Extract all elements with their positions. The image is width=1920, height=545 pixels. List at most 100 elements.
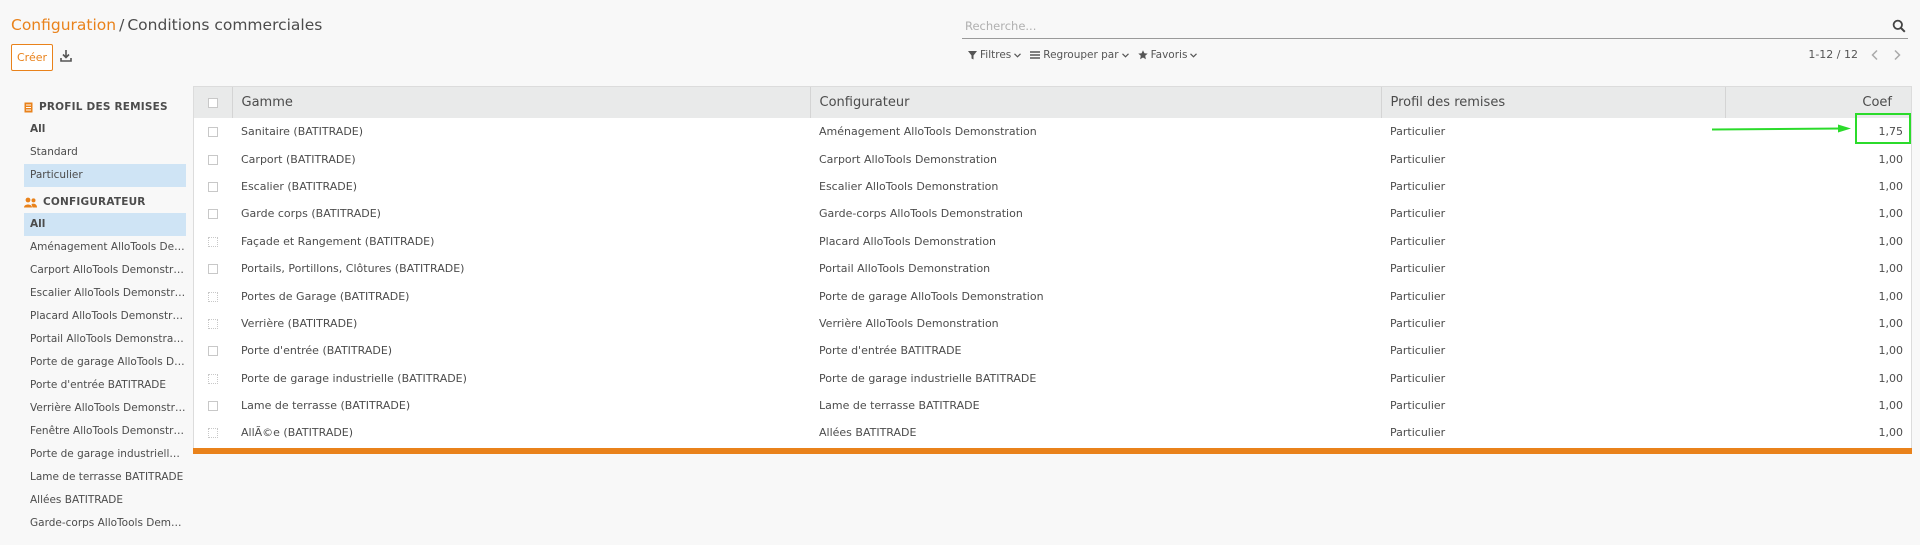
table-header-row: Gamme Configurateur Profil des remises C… bbox=[194, 87, 1911, 118]
cell-configurateur: Allées BATITRADE bbox=[819, 426, 917, 440]
chevron-down-icon bbox=[1014, 52, 1022, 58]
cell-coef: 1,00 bbox=[1878, 207, 1904, 221]
column-header-profil[interactable]: Profil des remises bbox=[1381, 87, 1726, 118]
table-footer-bar bbox=[193, 448, 1912, 454]
sidebar-item-configurateur-2[interactable]: Carport AlloTools Demonstration bbox=[24, 259, 186, 282]
group-by-dropdown[interactable]: Regrouper par bbox=[1030, 49, 1129, 61]
table-row[interactable]: Portails, Portillons, Clôtures (BATITRAD… bbox=[194, 255, 1911, 282]
list-icon bbox=[1030, 51, 1041, 59]
cell-profil: Particulier bbox=[1390, 426, 1446, 440]
cell-gamme: Garde corps (BATITRADE) bbox=[241, 207, 381, 221]
cell-configurateur: Porte de garage AlloTools Demonstration bbox=[819, 289, 1044, 303]
table-row[interactable]: Porte d'entrée (BATITRADE) Porte d'entrée… bbox=[194, 337, 1911, 364]
filter-icon bbox=[968, 50, 977, 59]
cell-gamme: Sanitaire (BATITRADE) bbox=[241, 125, 364, 139]
download-icon[interactable] bbox=[59, 49, 73, 63]
table-row[interactable]: Verrière (BATITRADE) Verrière AlloTools D… bbox=[194, 310, 1911, 337]
cell-coef: 1,00 bbox=[1878, 289, 1904, 303]
row-checkbox[interactable] bbox=[208, 373, 218, 384]
table-row[interactable]: Sanitaire (BATITRADE) Aménagement AlloToo… bbox=[194, 118, 1911, 145]
sidebar-item-configurateur-12[interactable]: Allées BATITRADE bbox=[24, 489, 186, 512]
column-header-gamme[interactable]: Gamme bbox=[232, 87, 811, 118]
list-view: Gamme Configurateur Profil des remises C… bbox=[193, 86, 1912, 454]
cell-profil: Particulier bbox=[1390, 234, 1446, 248]
breadcrumb: Configuration / Conditions commerciales bbox=[11, 16, 322, 34]
sidebar-item-profil-1[interactable]: Standard bbox=[24, 141, 186, 164]
row-select-cell bbox=[194, 392, 232, 419]
cell-profil: Particulier bbox=[1390, 316, 1446, 330]
table-row[interactable]: Portes de Garage (BATITRADE) Porte de gar… bbox=[194, 282, 1911, 309]
sidebar-item-profil-0[interactable]: All bbox=[24, 118, 186, 141]
create-button[interactable]: Créer bbox=[11, 44, 53, 71]
breadcrumb-configuration-link[interactable]: Configuration bbox=[11, 16, 116, 34]
row-checkbox[interactable] bbox=[208, 264, 218, 275]
chevron-left-icon[interactable] bbox=[1870, 49, 1880, 61]
cell-coef: 1,00 bbox=[1878, 262, 1904, 276]
sidebar-item-configurateur-13[interactable]: Garde-corps AlloTools Demonstration bbox=[24, 512, 186, 535]
star-icon bbox=[1137, 50, 1148, 60]
table-row[interactable]: Porte de garage industrielle (BATITRADE)… bbox=[194, 365, 1911, 392]
table-row[interactable]: Façade et Rangement (BATITRADE) Placard A… bbox=[194, 228, 1911, 255]
chevron-down-icon bbox=[1190, 52, 1198, 58]
profile-section-header: PROFIL DES REMISES bbox=[24, 96, 186, 118]
cell-configurateur: Aménagement AlloTools Demonstration bbox=[819, 125, 1037, 139]
row-checkbox[interactable] bbox=[208, 181, 218, 192]
sidebar-item-configurateur-7[interactable]: Porte d'entrée BATITRADE bbox=[24, 374, 186, 397]
cell-coef: 1,00 bbox=[1878, 316, 1904, 330]
pager-value[interactable]: 1-12 / 12 bbox=[1808, 48, 1858, 61]
sidebar-item-configurateur-0[interactable]: All bbox=[24, 213, 186, 236]
cell-profil: Particulier bbox=[1390, 344, 1446, 358]
row-checkbox[interactable] bbox=[208, 401, 218, 412]
cell-profil: Particulier bbox=[1390, 289, 1446, 303]
sidebar-item-configurateur-11[interactable]: Lame de terrasse BATITRADE bbox=[24, 466, 186, 489]
sidebar-item-configurateur-5[interactable]: Portail AlloTools Demonstration bbox=[24, 328, 186, 351]
search-input[interactable] bbox=[962, 15, 1882, 37]
row-checkbox[interactable] bbox=[208, 291, 218, 302]
select-all-checkbox[interactable] bbox=[207, 97, 218, 108]
row-checkbox[interactable] bbox=[208, 346, 218, 357]
sidebar-item-configurateur-8[interactable]: Verrière AlloTools Demonstration bbox=[24, 397, 186, 420]
cell-configurateur: Verrière AlloTools Demonstration bbox=[819, 316, 999, 330]
cell-gamme: Porte d'entrée (BATITRADE) bbox=[241, 344, 393, 358]
sidebar-item-profil-2[interactable]: Particulier bbox=[24, 164, 186, 187]
sidebar-item-configurateur-1[interactable]: Aménagement AlloTools Demonstration bbox=[24, 236, 186, 259]
row-checkbox[interactable] bbox=[208, 209, 218, 220]
sidebar-item-configurateur-10[interactable]: Porte de garage industrielle BATITRADE bbox=[24, 443, 186, 466]
cell-configurateur: Garde-corps AlloTools Demonstration bbox=[819, 207, 1023, 221]
row-checkbox[interactable] bbox=[208, 236, 218, 247]
table-row[interactable]: Escalier (BATITRADE) Escalier AlloTools D… bbox=[194, 173, 1911, 200]
sidebar-item-configurateur-3[interactable]: Escalier AlloTools Demonstration bbox=[24, 282, 186, 305]
filters-dropdown[interactable]: Filtres bbox=[968, 49, 1022, 61]
favorites-dropdown[interactable]: Favoris bbox=[1137, 49, 1198, 61]
sidebar-item-configurateur-4[interactable]: Placard AlloTools Demonstration bbox=[24, 305, 186, 328]
cell-gamme: Lame de terrasse (BATITRADE) bbox=[241, 399, 411, 413]
table-row[interactable]: Carport (BATITRADE) Carport AlloTools Dem… bbox=[194, 145, 1911, 172]
row-checkbox[interactable] bbox=[208, 428, 218, 439]
data-table: Gamme Configurateur Profil des remises C… bbox=[194, 87, 1911, 447]
favorites-label: Favoris bbox=[1150, 49, 1188, 61]
search-bar bbox=[962, 15, 1908, 39]
table-row[interactable]: Lame de terrasse (BATITRADE) Lame de terr… bbox=[194, 392, 1911, 419]
breadcrumb-separator: / bbox=[119, 16, 125, 34]
profile-list: All Standard Particulier bbox=[24, 118, 186, 187]
configurateur-section-header: CONFIGURATEUR bbox=[24, 191, 186, 213]
cell-profil: Particulier bbox=[1390, 125, 1446, 139]
cell-coef: 1,00 bbox=[1878, 344, 1904, 358]
row-checkbox[interactable] bbox=[208, 127, 218, 138]
cell-configurateur: Lame de terrasse BATITRADE bbox=[819, 399, 980, 413]
configurateur-list: AllAménagement AlloTools DemonstrationCa… bbox=[24, 213, 186, 535]
row-checkbox[interactable] bbox=[208, 154, 218, 165]
search-icon[interactable] bbox=[1892, 19, 1906, 33]
column-header-configurateur[interactable]: Configurateur bbox=[810, 87, 1382, 118]
row-select-cell bbox=[194, 365, 232, 392]
table-row[interactable]: Garde corps (BATITRADE) Garde-corps AlloT… bbox=[194, 200, 1911, 227]
row-checkbox[interactable] bbox=[208, 318, 218, 329]
sidebar-item-configurateur-6[interactable]: Porte de garage AlloTools Demonstration bbox=[24, 351, 186, 374]
row-select-cell bbox=[194, 337, 232, 364]
table-row[interactable]: AllÃ©e (BATITRADE) Allées BATITRADE Partic… bbox=[194, 419, 1911, 446]
row-select-cell bbox=[194, 145, 232, 172]
row-select-cell bbox=[194, 118, 232, 145]
sidebar-item-configurateur-9[interactable]: Fenêtre AlloTools Demonstration bbox=[24, 420, 186, 443]
cell-coef: 1,00 bbox=[1878, 179, 1904, 193]
chevron-right-icon[interactable] bbox=[1892, 49, 1902, 61]
